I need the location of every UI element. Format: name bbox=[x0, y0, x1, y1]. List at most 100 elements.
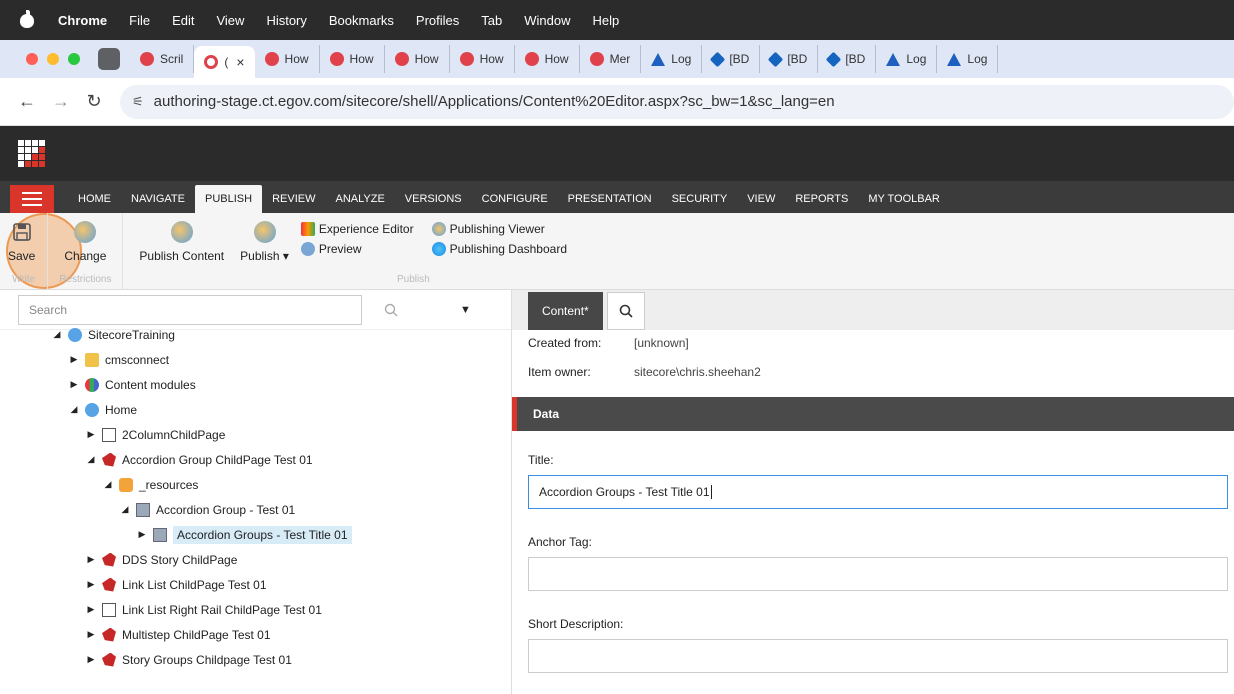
ribbon-tab-my-toolbar[interactable]: MY TOOLBAR bbox=[858, 185, 950, 213]
browser-tab[interactable]: [BD bbox=[702, 45, 761, 73]
expand-arrow-icon[interactable]: ▶ bbox=[69, 379, 79, 390]
ribbon-tab-versions[interactable]: VERSIONS bbox=[395, 185, 472, 213]
ribbon-tab-navigate[interactable]: NAVIGATE bbox=[121, 185, 195, 213]
browser-tab[interactable]: How bbox=[320, 45, 385, 73]
item-owner-value: sitecore\chris.sheehan2 bbox=[634, 365, 761, 379]
collapse-arrow-icon[interactable]: ◢ bbox=[52, 329, 62, 340]
browser-tab[interactable]: How bbox=[255, 45, 320, 73]
tab-label: How bbox=[414, 52, 439, 66]
tree-node[interactable]: ▶ DDS Story ChildPage bbox=[0, 547, 511, 572]
menu-tab[interactable]: Tab bbox=[481, 13, 502, 28]
close-tab-icon[interactable]: × bbox=[236, 54, 244, 70]
title-field[interactable]: Accordion Groups - Test Title 01 bbox=[528, 475, 1228, 509]
preview-button[interactable]: Preview bbox=[300, 242, 414, 256]
editor-search-icon[interactable] bbox=[606, 292, 645, 330]
group-label-write: Write bbox=[12, 274, 36, 285]
tree-node[interactable]: ▶ cmsconnect bbox=[0, 347, 511, 372]
browser-tab[interactable]: Mer bbox=[580, 45, 642, 73]
menu-app-name[interactable]: Chrome bbox=[58, 13, 107, 28]
menu-history[interactable]: History bbox=[266, 13, 306, 28]
tab-label: Scril bbox=[160, 52, 184, 66]
close-window-icon[interactable] bbox=[26, 53, 38, 65]
collapse-arrow-icon[interactable]: ◢ bbox=[86, 454, 96, 465]
expand-arrow-icon[interactable]: ▶ bbox=[86, 579, 96, 590]
pinned-tab-icon[interactable] bbox=[98, 48, 120, 70]
expand-arrow-icon[interactable]: ▶ bbox=[86, 554, 96, 565]
tree-node[interactable]: ▶ Multistep ChildPage Test 01 bbox=[0, 622, 511, 647]
browser-tab[interactable]: [BD bbox=[818, 45, 877, 73]
tree-search-input[interactable]: Search bbox=[18, 294, 362, 325]
ribbon-tab-analyze[interactable]: ANALYZE bbox=[325, 185, 394, 213]
tree-node[interactable]: ▶ Content modules bbox=[0, 372, 511, 397]
publishing-viewer-icon bbox=[431, 222, 446, 236]
back-arrow-icon[interactable]: ← bbox=[18, 91, 36, 112]
ribbon-tab-review[interactable]: REVIEW bbox=[262, 185, 325, 213]
browser-tab[interactable]: Log bbox=[876, 45, 938, 73]
browser-tab[interactable]: Scril bbox=[130, 45, 195, 73]
expand-arrow-icon[interactable]: ▶ bbox=[137, 529, 147, 540]
tree-node[interactable]: ▶ 2ColumnChildPage bbox=[0, 422, 511, 447]
menu-view[interactable]: View bbox=[216, 13, 244, 28]
reload-icon[interactable]: ↻ bbox=[86, 91, 102, 112]
publish-content-button[interactable]: Publish Content bbox=[139, 217, 224, 289]
collapse-arrow-icon[interactable]: ◢ bbox=[103, 479, 113, 490]
expand-arrow-icon[interactable]: ▶ bbox=[86, 604, 96, 615]
publishing-dashboard-button[interactable]: Publishing Dashboard bbox=[431, 242, 567, 256]
tree-node[interactable]: ◢ Accordion Group - Test 01 bbox=[0, 497, 511, 522]
sitecore-launchpad-icon[interactable] bbox=[18, 140, 45, 167]
short-description-field[interactable] bbox=[528, 639, 1228, 673]
expand-arrow-icon[interactable]: ▶ bbox=[86, 629, 96, 640]
publish-dropdown-button[interactable]: Publish ▾ bbox=[240, 217, 289, 289]
tree-node[interactable]: ▶ Story Groups Childpage Test 01 bbox=[0, 647, 511, 672]
ribbon-tab-configure[interactable]: CONFIGURE bbox=[472, 185, 558, 213]
red-item-icon bbox=[102, 627, 116, 642]
menu-window[interactable]: Window bbox=[524, 13, 570, 28]
collapse-arrow-icon[interactable]: ◢ bbox=[69, 404, 79, 415]
zoom-window-icon[interactable] bbox=[68, 53, 80, 65]
minimize-window-icon[interactable] bbox=[47, 53, 59, 65]
ribbon-tab-publish[interactable]: PUBLISH bbox=[195, 185, 263, 213]
tree-node[interactable]: ◢ Accordion Group ChildPage Test 01 bbox=[0, 447, 511, 472]
section-data-header[interactable]: Data bbox=[512, 397, 1234, 431]
browser-tab[interactable]: Log bbox=[937, 45, 999, 73]
tree-node[interactable]: ▶ Link List Right Rail ChildPage Test 01 bbox=[0, 597, 511, 622]
ribbon-tab-presentation[interactable]: PRESENTATION bbox=[558, 185, 662, 213]
ribbon-tab-security[interactable]: SECURITY bbox=[662, 185, 738, 213]
browser-tab[interactable]: Log bbox=[641, 45, 703, 73]
site-settings-icon[interactable]: ⚟ bbox=[132, 94, 144, 110]
tab-content[interactable]: Content* bbox=[528, 292, 603, 330]
menu-profiles[interactable]: Profiles bbox=[416, 13, 459, 28]
browser-tab[interactable]: How bbox=[385, 45, 450, 73]
browser-tab[interactable]: [BD bbox=[760, 45, 819, 73]
menu-file[interactable]: File bbox=[129, 13, 150, 28]
experience-editor-button[interactable]: Experience Editor bbox=[300, 222, 414, 236]
tree-node[interactable]: ▶ Accordion Groups - Test Title 01 bbox=[0, 522, 511, 547]
menu-edit[interactable]: Edit bbox=[172, 13, 194, 28]
ribbon-tab-view[interactable]: VIEW bbox=[737, 185, 785, 213]
expand-arrow-icon[interactable]: ▶ bbox=[69, 354, 79, 365]
tree-node[interactable]: ◢ _resources bbox=[0, 472, 511, 497]
collapse-arrow-icon[interactable]: ◢ bbox=[120, 504, 130, 515]
search-options-dropdown-icon[interactable]: ▼ bbox=[460, 304, 471, 316]
ribbon-tab-home[interactable]: HOME bbox=[68, 185, 121, 213]
browser-tab[interactable]: How bbox=[450, 45, 515, 73]
browser-tab[interactable]: (× bbox=[194, 46, 255, 78]
tree-node[interactable]: ◢ Home bbox=[0, 397, 511, 422]
url-bar[interactable]: ⚟ authoring-stage.ct.egov.com/sitecore/s… bbox=[120, 84, 1234, 119]
publishing-viewer-button[interactable]: Publishing Viewer bbox=[431, 222, 567, 236]
hamburger-menu-icon[interactable] bbox=[10, 185, 54, 213]
expand-arrow-icon[interactable]: ▶ bbox=[86, 654, 96, 665]
menu-bookmarks[interactable]: Bookmarks bbox=[329, 13, 394, 28]
ribbon-tab-reports[interactable]: REPORTS bbox=[785, 185, 858, 213]
window-controls bbox=[26, 53, 80, 65]
browser-tab[interactable]: How bbox=[515, 45, 580, 73]
expand-arrow-icon[interactable]: ▶ bbox=[86, 429, 96, 440]
change-label: Change bbox=[64, 249, 107, 263]
forward-arrow-icon[interactable]: → bbox=[52, 91, 70, 112]
search-icon[interactable] bbox=[362, 295, 420, 325]
tree-node[interactable]: ▶ Link List ChildPage Test 01 bbox=[0, 572, 511, 597]
tree-node[interactable]: ◢ SitecoreTraining bbox=[0, 322, 511, 347]
anchor-tag-field[interactable] bbox=[528, 557, 1228, 591]
apple-icon[interactable] bbox=[18, 10, 36, 30]
menu-help[interactable]: Help bbox=[593, 13, 620, 28]
